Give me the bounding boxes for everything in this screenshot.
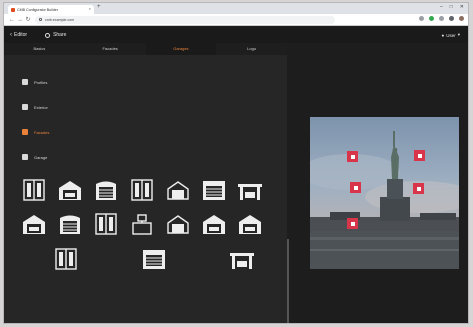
back-to-editor-link[interactable]: ‹ Editor [10,32,27,38]
option-profiles[interactable]: Profiles [22,79,47,85]
favicon-icon [11,7,15,12]
option-label: Facades [34,129,50,135]
double-door-icon[interactable] [93,212,119,236]
reload-icon[interactable]: ↻ [24,16,32,23]
browser-tab[interactable]: CMB Configurator Builder × [8,5,94,14]
garage-gate-icon[interactable] [141,247,167,271]
share-button[interactable]: Share [45,32,66,38]
checkbox-icon [22,129,28,135]
garage-shutter-icon[interactable] [57,212,83,236]
option-exterior[interactable]: Exterior [22,104,48,110]
chevron-left-icon: ‹ [10,32,12,38]
forward-arrow-icon[interactable]: → [16,17,24,23]
close-window-button[interactable]: ✕ [460,4,464,10]
preview-photo [310,117,459,269]
extension-icon[interactable] [439,16,444,21]
address-bar[interactable]: cmb.example.com [35,15,335,24]
lock-icon [39,18,42,21]
option-label: Garage [34,154,48,160]
share-icon [45,32,51,38]
double-door-icon[interactable] [53,247,79,271]
extension-icon[interactable] [429,16,434,21]
url-text: cmb.example.com [45,17,75,22]
double-door-icon[interactable] [21,178,47,202]
share-label: Share [53,32,67,38]
option-facades[interactable]: Facades [22,129,49,135]
close-tab-icon[interactable]: × [89,6,91,11]
browser-toolbar: ← → ↻ cmb.example.com [4,14,468,26]
option-label: Profiles [34,79,48,85]
user-label: User [446,32,456,38]
garage-gate-icon[interactable] [201,178,227,202]
tab-basics[interactable]: Basics [4,43,75,55]
menu-icon[interactable] [449,16,454,21]
user-menu[interactable]: ● User ▾ [442,32,461,38]
configurator-panel: Basics Facades Garages Logo Profiles Ext… [4,43,287,323]
double-door-icon[interactable] [129,178,155,202]
tab-strip: CMB Configurator Builder × + – □ ✕ [4,3,468,14]
tab-logo[interactable]: Logo [216,43,287,55]
garage-shutter-icon[interactable] [93,178,119,202]
new-tab-button[interactable]: + [97,4,101,10]
garage-house-icon[interactable] [165,212,191,236]
star-icon[interactable] [419,16,424,21]
carport-icon[interactable] [229,247,255,271]
hotspot-marker[interactable] [347,218,358,229]
garage-house-icon[interactable] [165,178,191,202]
browser-window: CMB Configurator Builder × + – □ ✕ ← → ↻… [3,2,469,324]
tab-title: CMB Configurator Builder [17,7,58,12]
checkbox-icon [22,104,28,110]
garage-car-icon[interactable] [21,212,47,236]
tab-facades[interactable]: Facades [75,43,146,55]
garage-car-icon[interactable] [237,212,263,236]
profile-avatar[interactable] [459,16,464,21]
robot-icon[interactable] [129,212,155,236]
garage-car-icon[interactable] [201,212,227,236]
hotspot-marker[interactable] [414,150,425,161]
statue-of-liberty-photo [310,117,459,269]
option-garage[interactable]: Garage [22,154,47,160]
user-icon: ● [441,32,445,38]
extensions-area [419,16,464,21]
back-arrow-icon[interactable]: ← [8,17,16,23]
preview-area [289,43,468,323]
maximize-button[interactable]: □ [450,4,453,10]
hotspot-marker[interactable] [413,183,424,194]
option-label: Exterior [34,104,48,110]
app-header: ‹ Editor Share ● User ▾ [4,27,468,43]
garage-car-icon[interactable] [57,178,83,202]
minimize-button[interactable]: – [440,4,443,10]
checkbox-icon [22,154,28,160]
category-tabs: Basics Facades Garages Logo [4,43,287,55]
hotspot-marker[interactable] [350,182,361,193]
carport-icon[interactable] [237,178,263,202]
window-controls: – □ ✕ [440,4,464,10]
tab-garages[interactable]: Garages [145,43,217,55]
back-label: Editor [14,32,28,38]
checkbox-icon [22,79,28,85]
hotspot-marker[interactable] [347,151,358,162]
chevron-down-icon: ▾ [457,32,460,37]
